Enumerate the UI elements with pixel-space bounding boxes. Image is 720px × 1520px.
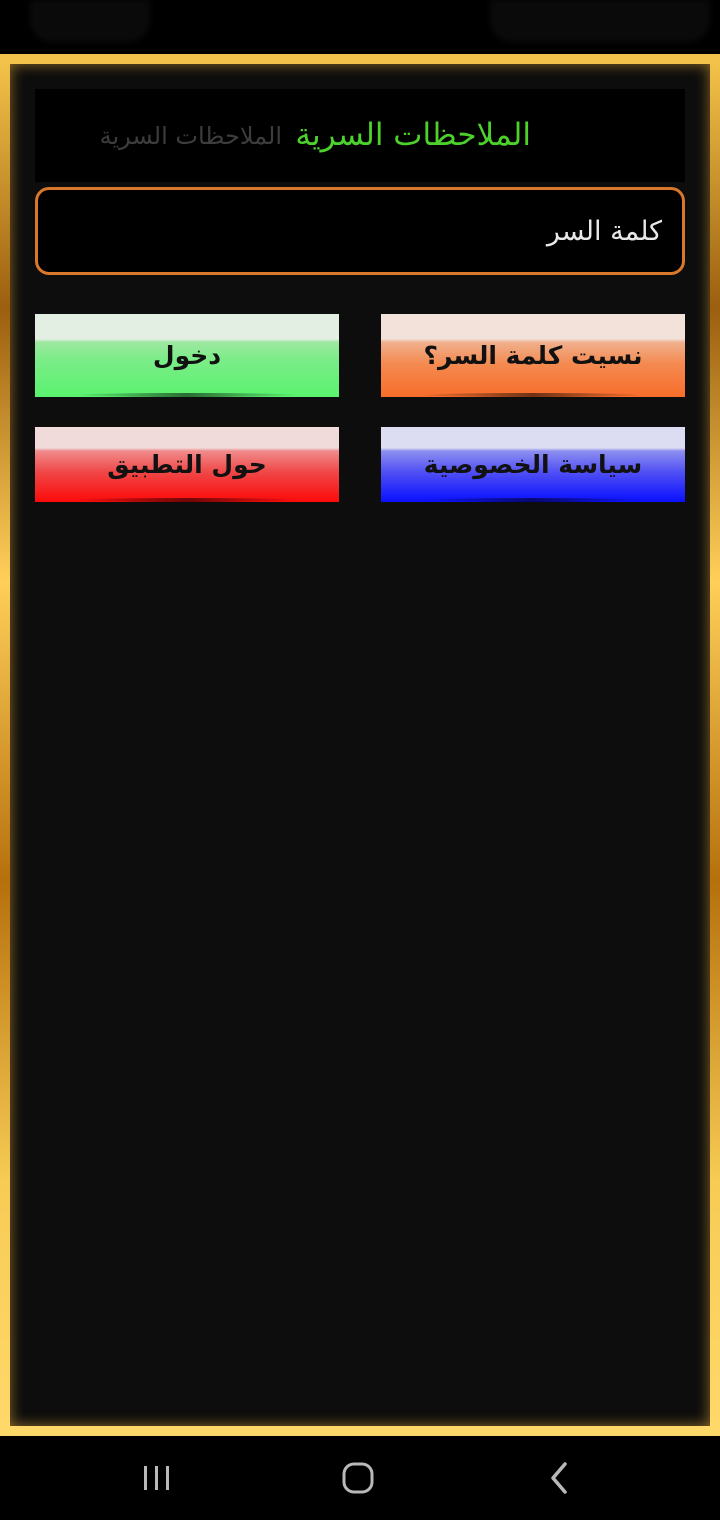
app-title-shadow: الملاحظات السرية	[99, 122, 282, 150]
back-icon	[551, 1462, 567, 1494]
status-bar	[0, 0, 720, 50]
back-button[interactable]	[530, 1454, 590, 1502]
about-app-button[interactable]: حول التطبيق	[35, 427, 339, 502]
recents-icon	[144, 1466, 169, 1490]
login-button[interactable]: دخول	[35, 314, 339, 397]
home-button[interactable]	[328, 1454, 388, 1502]
app-title: الملاحظات السرية	[295, 117, 531, 153]
privacy-policy-button[interactable]: سياسة الخصوصية	[381, 427, 685, 502]
password-input[interactable]	[35, 187, 685, 275]
forgot-password-button[interactable]: نسيت كلمة السر؟	[381, 314, 685, 397]
recents-button[interactable]	[127, 1454, 187, 1502]
system-navigation-bar	[0, 1436, 720, 1520]
status-right-area	[490, 0, 710, 42]
status-left-area	[30, 0, 150, 42]
app-header: الملاحظات السرية الملاحظات السرية	[35, 89, 685, 182]
home-icon	[342, 1462, 374, 1494]
